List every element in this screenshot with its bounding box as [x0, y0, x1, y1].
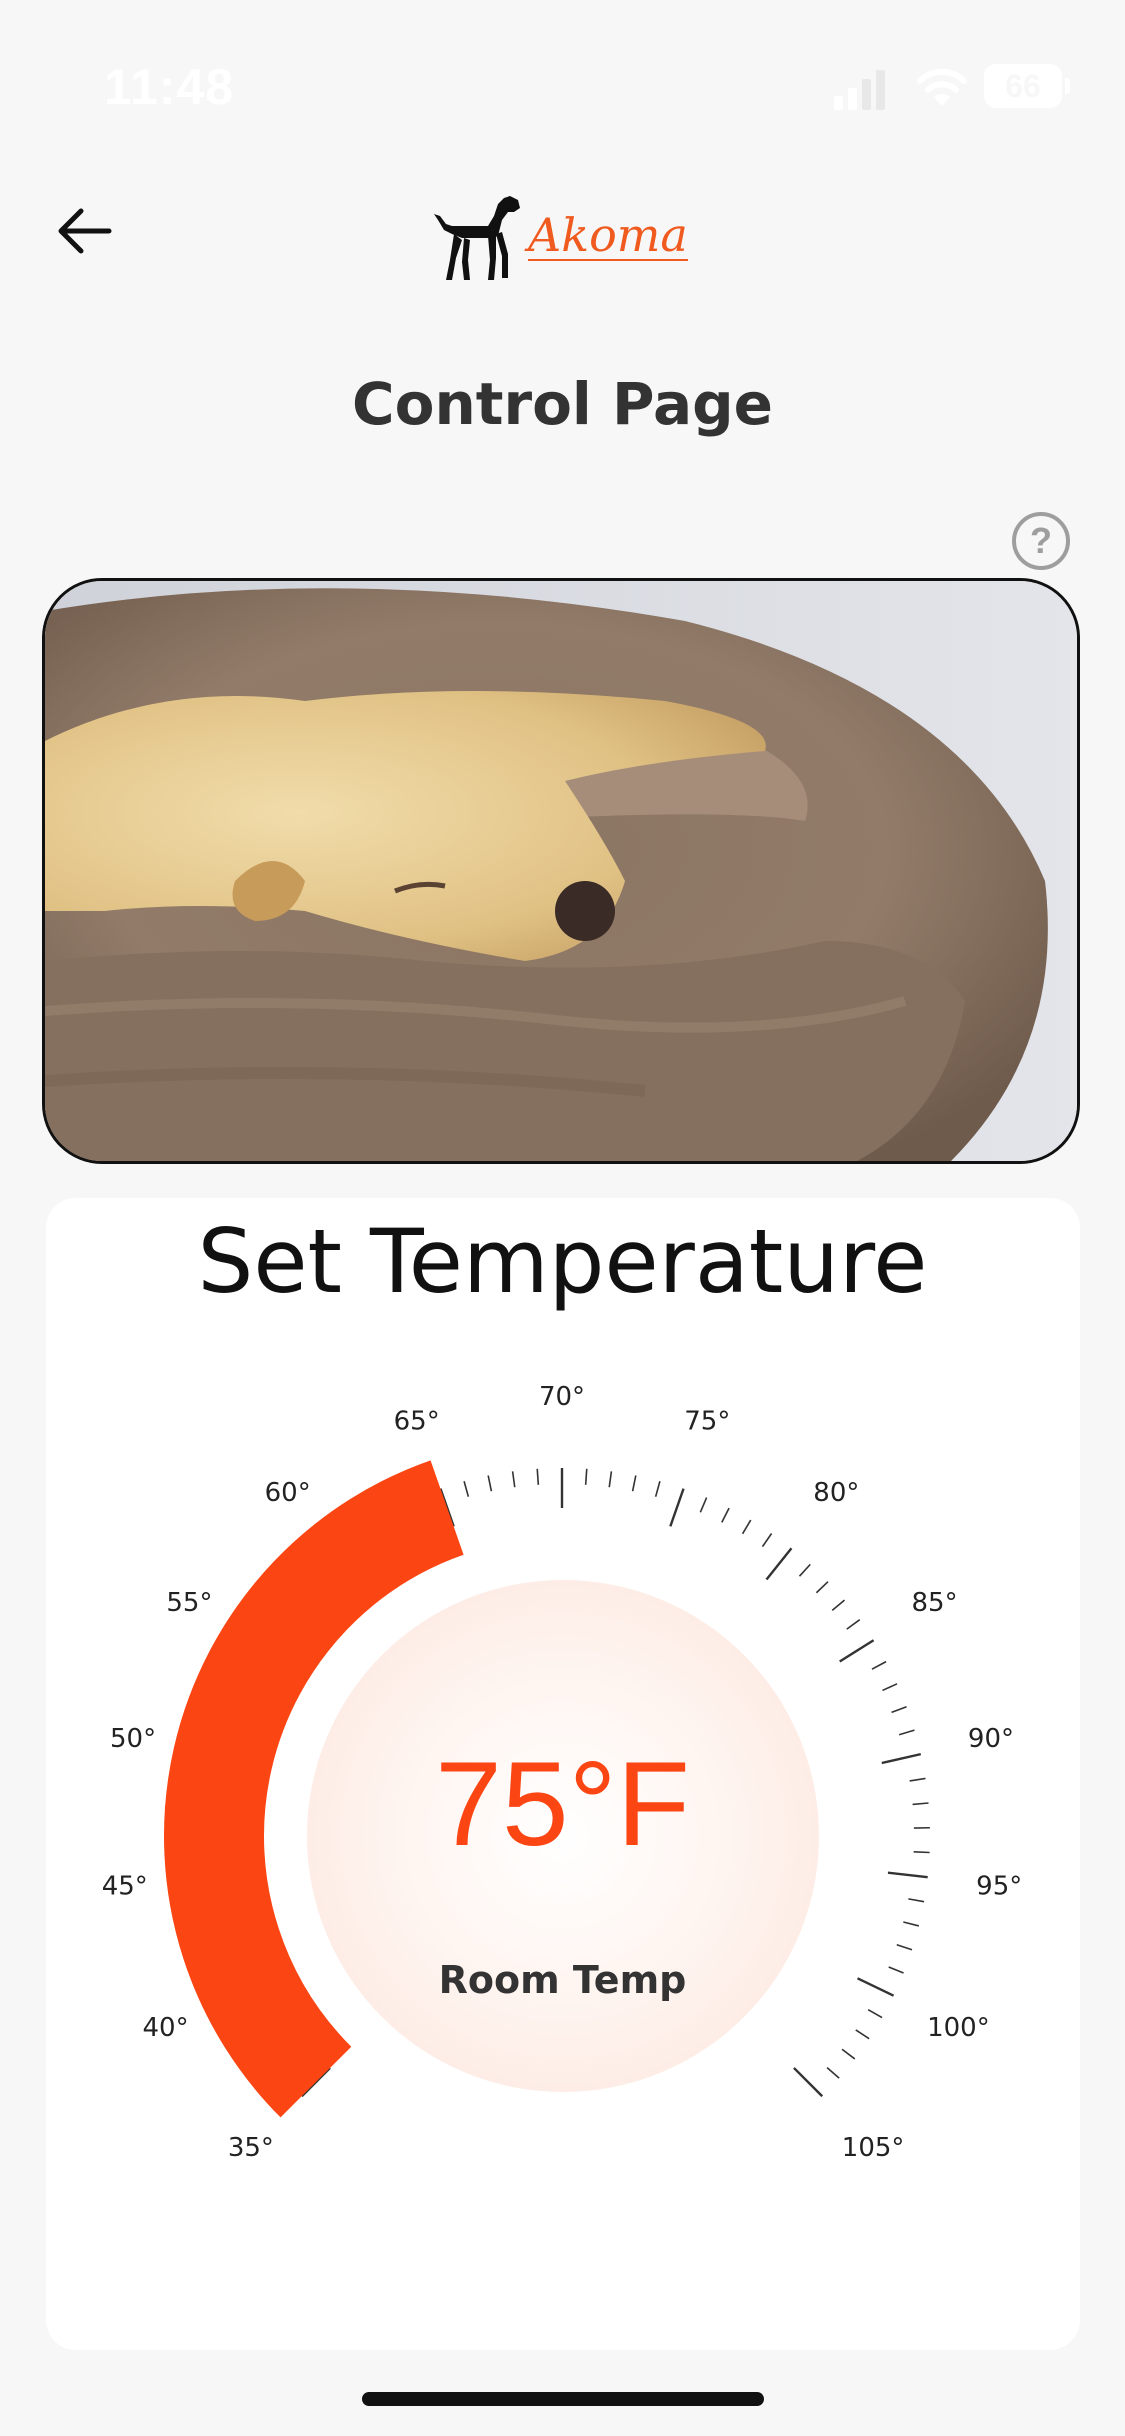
- dial-tick: [839, 1639, 875, 1663]
- dial-tick: [826, 2066, 840, 2079]
- dial-tick: [871, 1660, 887, 1670]
- dial-tick: [608, 1471, 613, 1488]
- dial-tick-label: 70°: [539, 1382, 585, 1412]
- brand-logo: Akoma: [432, 186, 688, 286]
- status-time: 11:48: [104, 59, 235, 115]
- dial-tick: [815, 1581, 829, 1594]
- dial-tick: [631, 1475, 637, 1492]
- dial-tick: [793, 2067, 824, 2098]
- help-button[interactable]: ?: [1012, 512, 1070, 570]
- back-button[interactable]: [50, 196, 120, 266]
- dial-tick: [765, 1547, 793, 1581]
- dial-tick: [846, 1619, 861, 1630]
- dial-tick: [654, 1481, 661, 1497]
- logo-text: Akoma: [528, 207, 688, 262]
- dog-bed-photo: [42, 578, 1080, 1164]
- dial-tick-label: 45°: [102, 1871, 148, 1901]
- dial-tick: [855, 2029, 870, 2040]
- home-indicator[interactable]: [362, 2392, 764, 2406]
- dial-tick-label: 75°: [684, 1407, 730, 1437]
- dial-tick: [798, 1563, 811, 1577]
- dial-tick: [841, 2048, 856, 2060]
- dial-tick-label: 40°: [143, 2013, 189, 2043]
- dial-tick-label: 35°: [228, 2133, 274, 2163]
- dial-tick: [831, 1599, 846, 1612]
- dial-tick: [487, 1475, 493, 1492]
- dog-silhouette-icon: [434, 196, 520, 280]
- temperature-label: Room Temp: [438, 1958, 687, 2002]
- dial-tick-label: 55°: [166, 1588, 212, 1618]
- status-bar: 11:48 66: [0, 0, 1125, 130]
- dial-tick: [699, 1497, 708, 1513]
- dial-tick: [896, 1944, 913, 1951]
- dial-tick: [584, 1468, 588, 1485]
- dial-tick: [882, 1683, 898, 1692]
- question-circle-icon: ?: [1030, 520, 1052, 561]
- dial-tick: [511, 1471, 516, 1488]
- dial-tick: [887, 1871, 928, 1879]
- dial-tick-label: 65°: [394, 1407, 440, 1437]
- dial-tick: [761, 1533, 773, 1548]
- temperature-value: 75°F: [435, 1737, 690, 1871]
- dial-tick-label: 105°: [842, 2133, 905, 2163]
- dial-tick: [903, 1921, 920, 1927]
- cellular-signal-icon: [834, 70, 886, 114]
- dial-tick-label: 100°: [927, 2013, 990, 2043]
- arrow-left-icon: [58, 208, 112, 254]
- wifi-icon: [916, 66, 968, 112]
- temperature-title: Set Temperature: [197, 1210, 928, 1313]
- dial-tick: [536, 1468, 540, 1485]
- dial-tick: [721, 1507, 730, 1523]
- battery-indicator: 66: [984, 64, 1070, 108]
- dial-tick: [741, 1519, 752, 1535]
- dial-tick: [867, 2009, 883, 2019]
- dial-tick: [669, 1488, 685, 1527]
- dial-tick-label: 60°: [265, 1478, 311, 1508]
- dial-tick-label: 85°: [912, 1588, 958, 1618]
- page-title: Control Page: [352, 370, 773, 438]
- dial-tick: [891, 1705, 907, 1714]
- dial-tick-label: 80°: [813, 1478, 859, 1508]
- dial-tick: [463, 1481, 470, 1497]
- dial-tick: [908, 1898, 925, 1903]
- dial-tick-label: 95°: [976, 1871, 1022, 1901]
